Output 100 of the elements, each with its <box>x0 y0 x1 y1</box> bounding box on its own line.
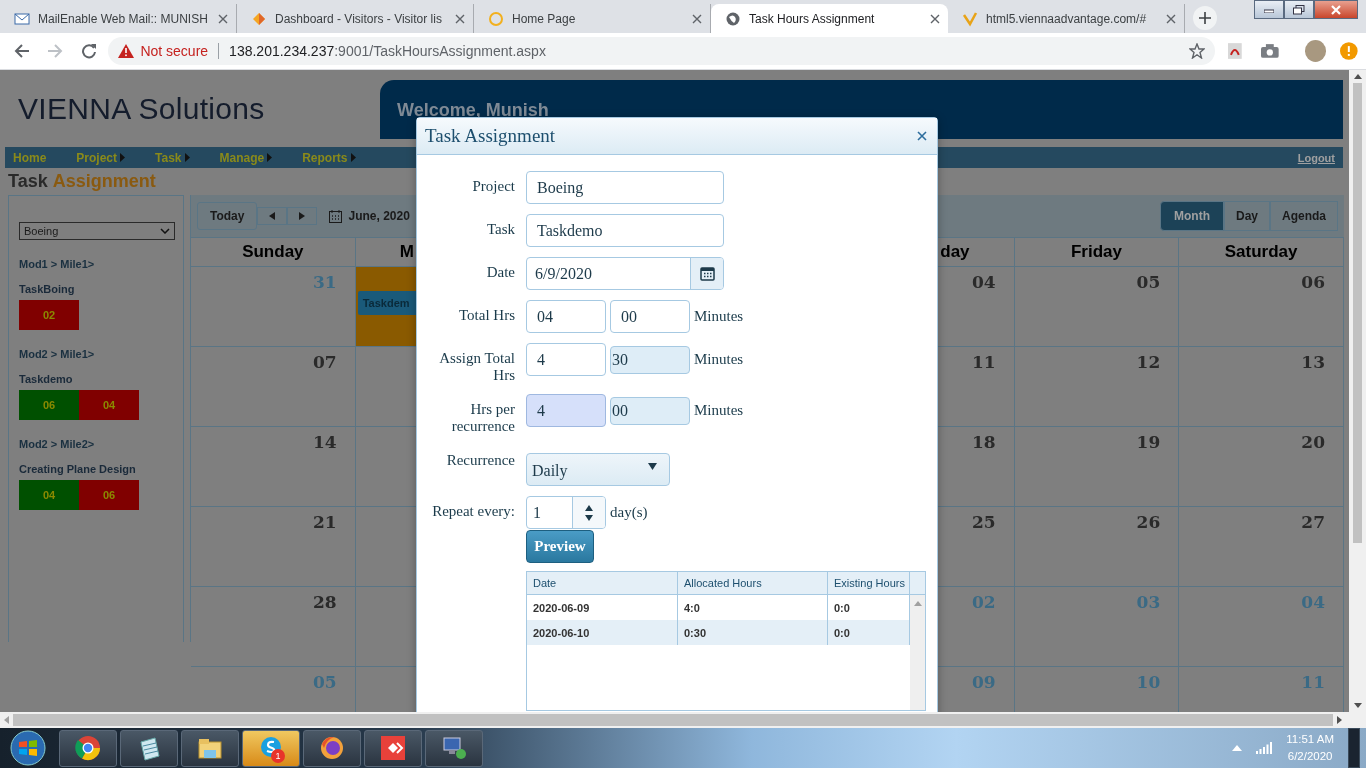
nav-item[interactable]: Reports <box>302 150 356 165</box>
number-spinner[interactable]: 1 <box>526 496 606 529</box>
day-cell[interactable]: 26 <box>1014 507 1180 587</box>
close-button[interactable] <box>915 129 929 143</box>
taskbar-button[interactable] <box>303 729 361 767</box>
recurrence-dropdown[interactable]: Daily <box>526 453 670 486</box>
date-field[interactable]: 6/9/2020 <box>526 257 724 290</box>
project-select[interactable]: Boeing <box>19 222 175 240</box>
nav-item[interactable]: Project <box>76 150 126 165</box>
hours-field[interactable]: 4 <box>526 343 606 376</box>
day-cell[interactable]: 19 <box>1014 427 1180 507</box>
right-triangle-icon[interactable] <box>299 212 306 220</box>
table-cell: 2020-06-10 <box>527 620 678 645</box>
scroll-up-icon[interactable] <box>1353 74 1362 79</box>
day-number: 05 <box>313 672 337 692</box>
url-text: 138.201.234.237:9001/TaskHoursAssignment.aspx <box>229 43 546 59</box>
minimize-button[interactable] <box>1254 0 1284 19</box>
day-number: 21 <box>313 512 337 532</box>
minutes-field[interactable]: 00 <box>610 300 690 333</box>
field-label: Repeat every: <box>431 502 515 520</box>
security-label: Not secure <box>140 43 209 59</box>
minimize-icon[interactable] <box>1264 6 1274 13</box>
close-icon[interactable] <box>1166 13 1176 24</box>
hours-field[interactable]: 4 <box>526 394 606 427</box>
nav-item[interactable]: Manage <box>219 150 273 165</box>
spin-down-icon[interactable] <box>585 514 593 521</box>
day-number: 19 <box>1136 432 1161 452</box>
taskbar-button[interactable] <box>364 729 422 767</box>
day-number: 28 <box>313 592 337 612</box>
task-name: Taskdemo <box>19 373 74 385</box>
scrollbar[interactable] <box>910 595 925 710</box>
previous-button[interactable] <box>257 207 288 225</box>
day-cell[interactable]: 27 <box>1179 507 1344 587</box>
browser-icon <box>74 734 102 762</box>
new-tab-button[interactable] <box>1193 6 1217 30</box>
close-icon[interactable] <box>930 13 940 24</box>
taskbar-button[interactable]: 1 <box>242 729 300 767</box>
taskbar-button[interactable] <box>120 729 178 767</box>
logout-link[interactable]: Logout <box>1297 151 1335 164</box>
scrollbar[interactable] <box>1349 70 1366 712</box>
close-icon[interactable] <box>455 13 465 24</box>
today-button[interactable]: Today <box>197 202 258 230</box>
scroll-down-icon[interactable] <box>1353 703 1362 708</box>
plus-icon[interactable] <box>1199 12 1211 24</box>
day-cell[interactable]: 06 <box>1179 267 1344 347</box>
day-number: 04 <box>1301 592 1325 612</box>
day-cell[interactable]: 07 <box>191 347 356 427</box>
taskbar-button[interactable] <box>181 729 239 767</box>
day-number: 26 <box>1136 512 1161 532</box>
taskbar-button[interactable] <box>59 729 117 767</box>
text-field[interactable]: Boeing <box>526 171 724 204</box>
back-arrow-icon[interactable] <box>13 43 30 59</box>
day-cell[interactable]: 28 <box>191 587 356 667</box>
scrollbar[interactable] <box>0 712 1366 728</box>
hours-field[interactable]: 04 <box>526 300 606 333</box>
hours-box: 06 <box>19 390 79 420</box>
page-title-accent: Assignment <box>52 171 156 192</box>
view-tab[interactable]: Month <box>1160 201 1224 231</box>
day-cell[interactable]: 12 <box>1014 347 1180 427</box>
day-cell[interactable]: 05 <box>1014 267 1180 347</box>
day-number: 10 <box>1136 672 1161 692</box>
view-tab[interactable]: Day <box>1223 201 1270 231</box>
view-tab[interactable]: Agenda <box>1270 201 1338 231</box>
hours-box: 06 <box>79 480 139 510</box>
day-cell[interactable]: 13 <box>1179 347 1344 427</box>
star-icon[interactable] <box>1189 43 1206 59</box>
close-button[interactable] <box>1314 0 1358 19</box>
weekday-header: day <box>940 242 970 262</box>
nav-item[interactable]: Task <box>155 150 190 165</box>
spin-up-icon[interactable] <box>585 504 593 511</box>
reload-icon[interactable] <box>80 43 97 59</box>
address-bar[interactable]: Not secure 138.201.234.237:9001/TaskHoursAssignment.aspx <box>108 37 1216 65</box>
field-label: Hrs per recurrence <box>450 400 515 435</box>
system-clock[interactable]: 11:51 AM 6/2/2020 <box>1286 731 1334 765</box>
chevron-down-icon[interactable] <box>160 228 170 234</box>
camera-icon[interactable] <box>1261 44 1279 58</box>
globe-icon <box>725 10 741 27</box>
document-icon[interactable] <box>1227 43 1244 59</box>
month-label: June, 2020 <box>348 209 410 223</box>
maximize-icon[interactable] <box>1293 4 1305 15</box>
next-button[interactable] <box>287 207 318 225</box>
field-label: Task <box>485 220 515 238</box>
scroll-right-icon[interactable] <box>1337 716 1342 724</box>
app-icon <box>379 734 407 762</box>
loading-ring-icon <box>488 10 504 27</box>
maximize-button[interactable] <box>1284 0 1314 19</box>
calendar-icon[interactable] <box>699 266 715 281</box>
day-cell[interactable]: 14 <box>191 427 356 507</box>
close-icon[interactable] <box>692 13 702 24</box>
day-cell[interactable]: 20 <box>1179 427 1344 507</box>
day-cell[interactable]: 21 <box>191 507 356 587</box>
company-logo: VIENNA Solutions <box>17 91 266 127</box>
profile-avatar[interactable] <box>1304 40 1327 62</box>
close-icon[interactable] <box>218 13 228 24</box>
left-triangle-icon[interactable] <box>269 212 276 220</box>
text-field[interactable]: Taskdemo <box>526 214 724 247</box>
caret-icon[interactable] <box>648 463 657 470</box>
browser-tab[interactable]: Task Hours Assignment <box>711 4 948 33</box>
nav-item[interactable]: Home <box>13 150 47 165</box>
preview-button[interactable]: Preview <box>526 530 594 563</box>
